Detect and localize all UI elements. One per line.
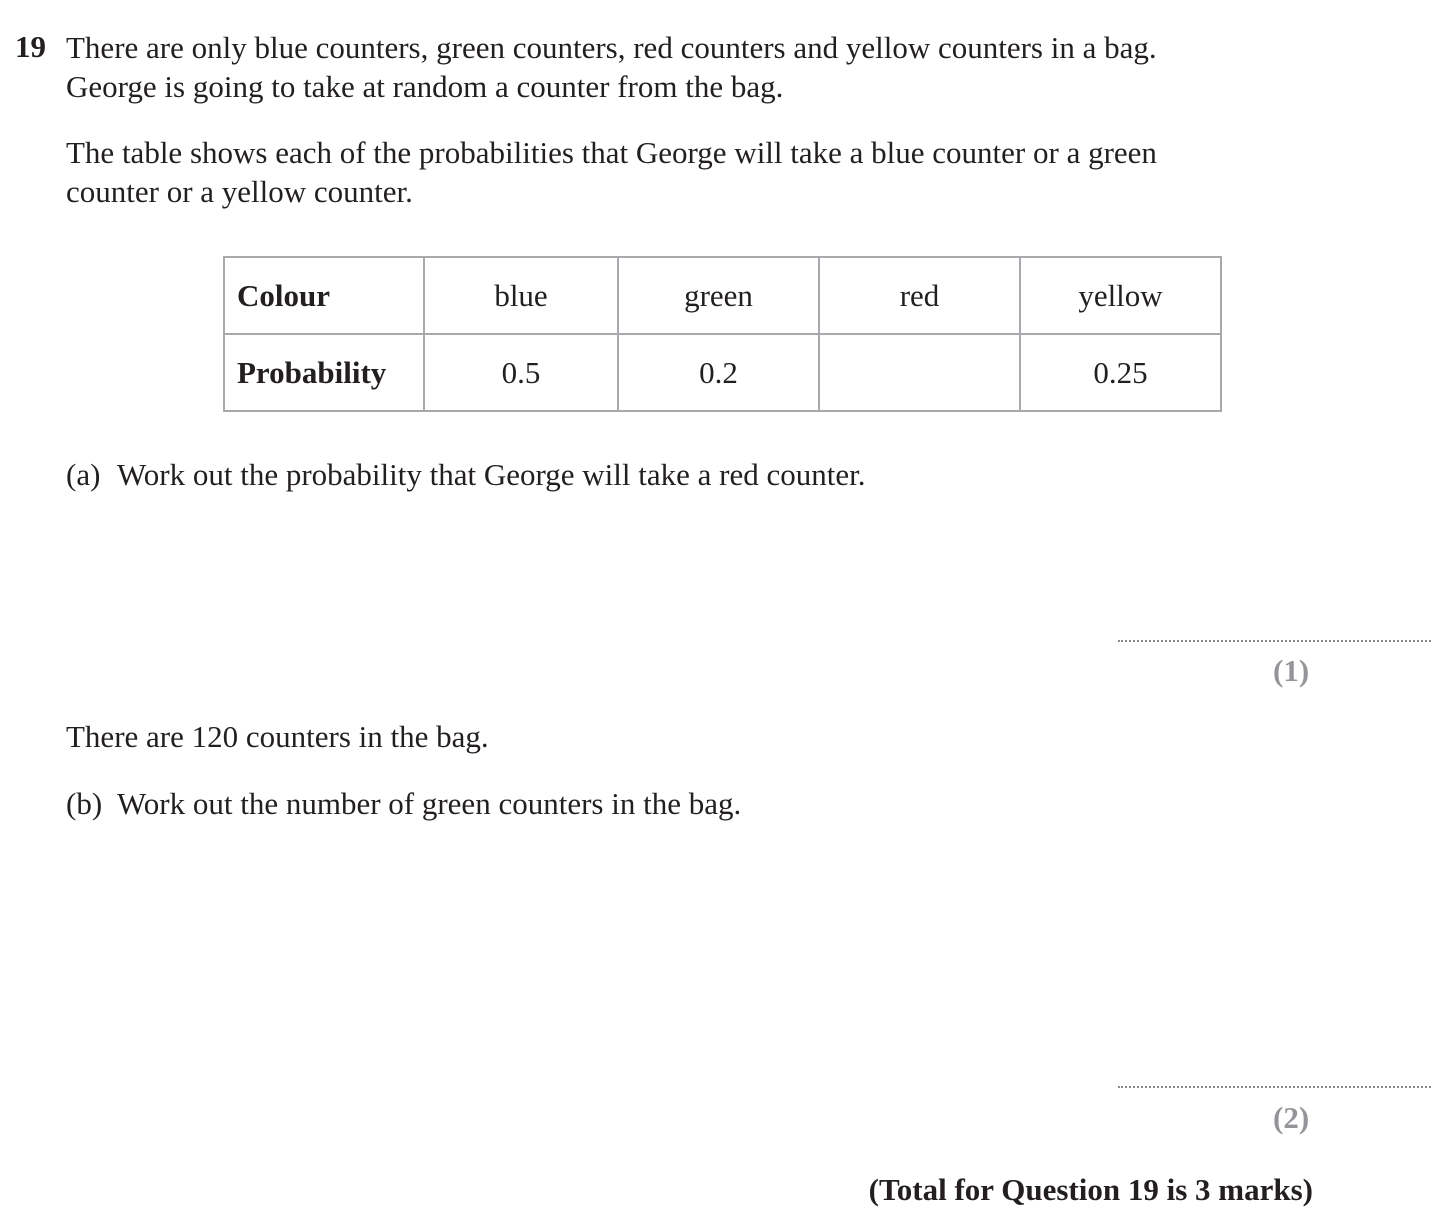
colour-cell-yellow: yellow xyxy=(1019,256,1222,335)
colour-cell-blue: blue xyxy=(423,256,619,335)
marks-a: (1) xyxy=(1273,653,1310,688)
answer-line-a[interactable] xyxy=(1118,640,1431,642)
probability-row: Probability 0.5 0.2 0.25 xyxy=(223,333,1222,412)
colour-cell-red: red xyxy=(818,256,1021,335)
answer-line-b[interactable] xyxy=(1118,1086,1431,1088)
part-a-text: Work out the probability that George wil… xyxy=(117,457,866,492)
table-intro-line-2: counter or a yellow counter. xyxy=(66,174,413,209)
question-number: 19 xyxy=(15,29,46,64)
probability-cell-blue: 0.5 xyxy=(423,333,619,412)
part-a-label: (a) xyxy=(66,457,101,492)
part-b-text: Work out the number of green counters in… xyxy=(117,786,742,821)
colour-cell-green: green xyxy=(617,256,820,335)
probability-cell-yellow: 0.25 xyxy=(1019,333,1222,412)
total-marks: (Total for Question 19 is 3 marks) xyxy=(868,1172,1313,1207)
probability-table: Colour blue green red yellow Probability… xyxy=(223,256,1222,412)
probability-cell-green: 0.2 xyxy=(617,333,820,412)
probability-cell-red xyxy=(818,333,1021,412)
part-b-label: (b) xyxy=(66,786,103,821)
table-intro-line-1: The table shows each of the probabilitie… xyxy=(66,135,1157,170)
intro-line-1: There are only blue counters, green coun… xyxy=(66,30,1157,65)
marks-b: (2) xyxy=(1273,1100,1310,1135)
context-b: There are 120 counters in the bag. xyxy=(66,719,489,754)
probability-header: Probability xyxy=(223,333,425,412)
intro-line-2: George is going to take at random a coun… xyxy=(66,69,784,104)
colour-header: Colour xyxy=(223,256,425,335)
colour-row: Colour blue green red yellow xyxy=(223,256,1222,335)
